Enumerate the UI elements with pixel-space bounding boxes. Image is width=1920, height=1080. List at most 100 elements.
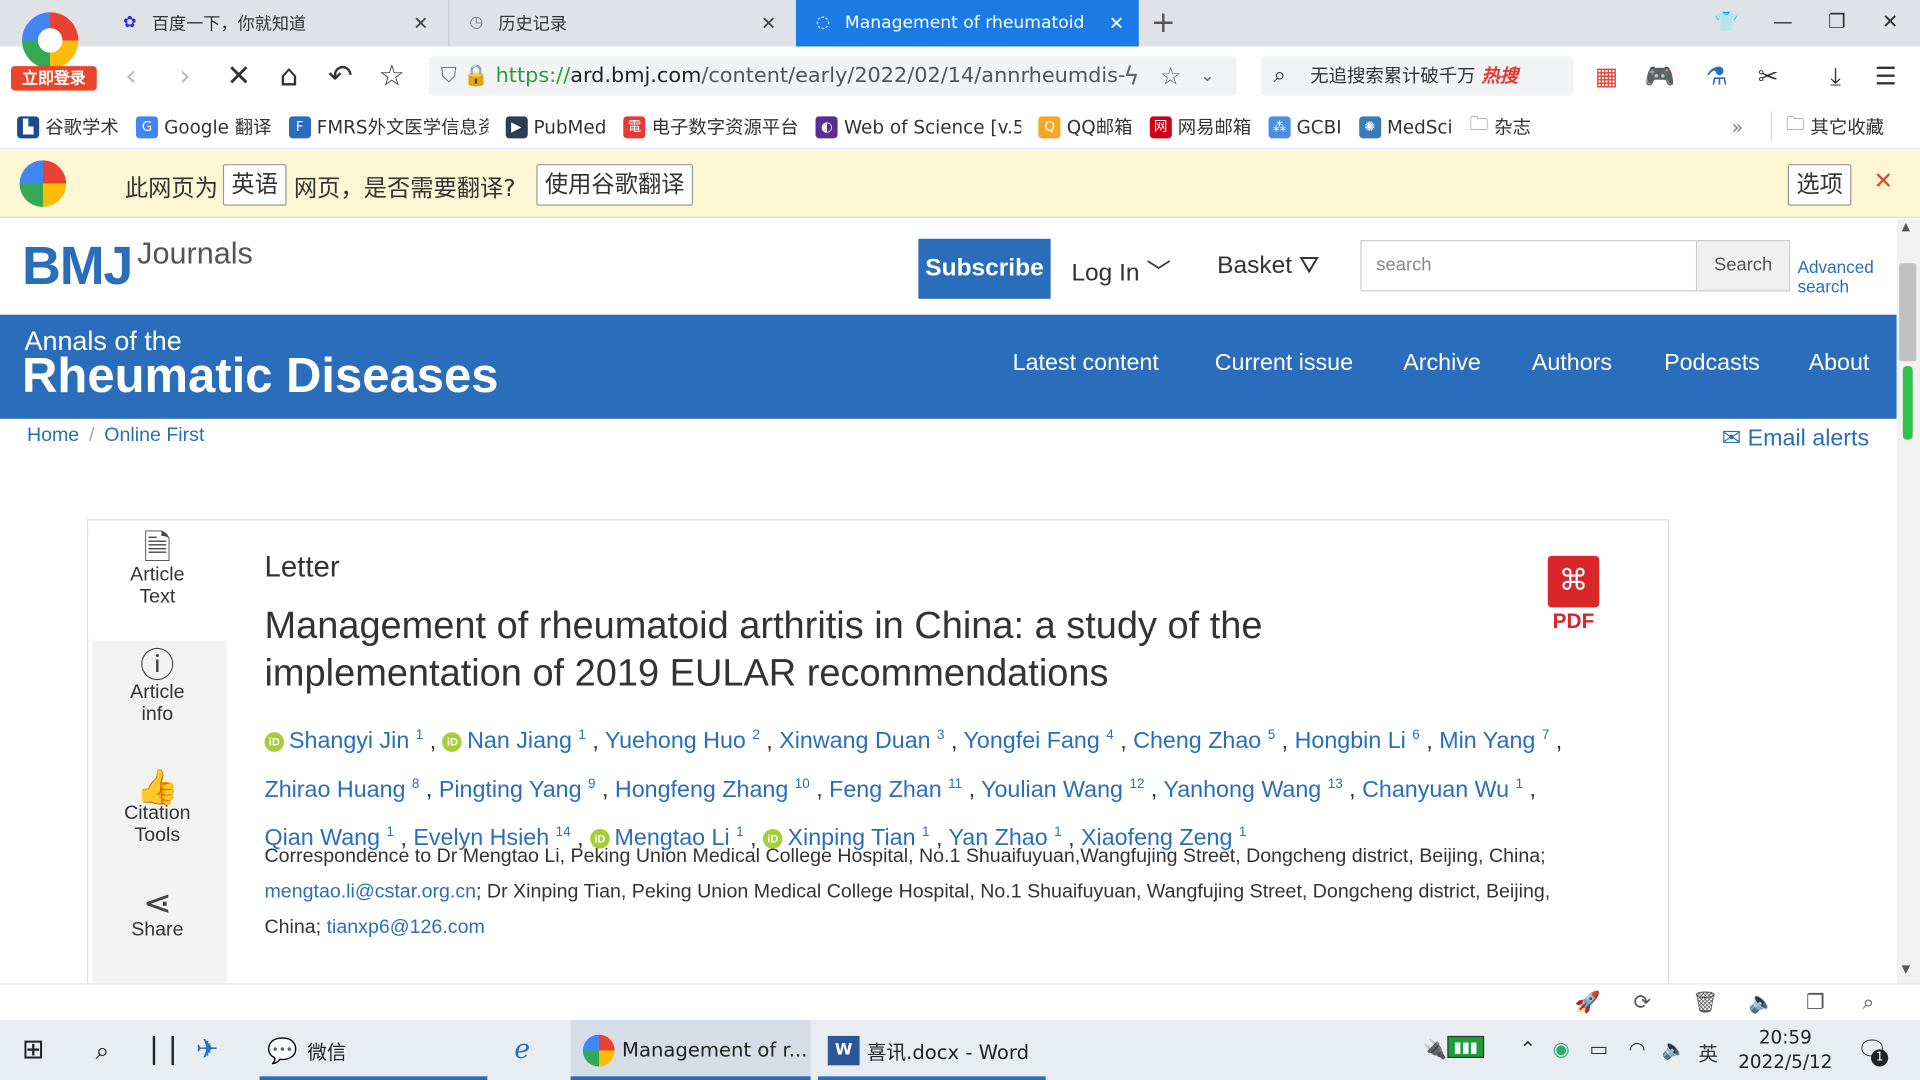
author-link[interactable]: Min Yang 7 xyxy=(1439,729,1549,755)
restore-icon[interactable]: ❐ xyxy=(1828,10,1846,33)
ie-icon[interactable]: ℯ xyxy=(514,1020,530,1080)
scissors-icon[interactable]: ✂ xyxy=(1753,61,1782,90)
bookmark-item[interactable]: G Google 翻译 xyxy=(135,114,271,140)
author-link[interactable]: Yongfei Fang 4 xyxy=(964,729,1114,755)
author-link[interactable]: Yanhong Wang 13 xyxy=(1163,777,1342,803)
download-tool-icon[interactable]: ⚗ xyxy=(1702,61,1731,90)
lightning-icon[interactable]: ϟ xyxy=(1117,61,1146,90)
page-scrollbar[interactable]: ▲ ▼ xyxy=(1896,219,1920,984)
bookmark-item[interactable]: Q QQ邮箱 xyxy=(1038,114,1132,140)
bookmark-star-icon[interactable]: ☆ xyxy=(1156,61,1185,90)
task-wechat[interactable]: 💬 微信 xyxy=(259,1020,488,1080)
side-article-info[interactable]: ⓘ Article info xyxy=(88,648,226,726)
speaker-icon[interactable]: 🔈 xyxy=(1662,1037,1686,1060)
close-icon[interactable]: ✕ xyxy=(1109,12,1124,34)
bookmark-item[interactable]: ◐ Web of Science [v.5 xyxy=(815,115,1022,138)
bmj-logo[interactable]: BMJ xyxy=(22,236,133,297)
author-link[interactable]: Hongbin Li 6 xyxy=(1295,729,1420,755)
orcid-icon[interactable]: iD xyxy=(442,732,463,753)
pdf-download[interactable]: ⌘ PDF xyxy=(1545,555,1601,634)
tab-baidu[interactable]: ✿ 百度一下，你就知道 ✕ xyxy=(110,0,443,47)
author-link[interactable]: Youlian Wang 12 xyxy=(981,777,1144,803)
scroll-up-icon[interactable]: ▲ xyxy=(1902,222,1910,234)
wifi-icon[interactable]: ◠ xyxy=(1629,1037,1646,1060)
author-link[interactable]: Chanyuan Wu 1 xyxy=(1362,777,1523,803)
forward-icon[interactable]: › xyxy=(167,59,204,93)
bookmark-item[interactable]: ▙ 谷歌学术 xyxy=(17,114,119,140)
author-link[interactable]: Zhirao Huang 8 xyxy=(264,777,419,803)
home-icon[interactable]: ⌂ xyxy=(271,59,308,93)
email-alerts-link[interactable]: ✉ Email alerts xyxy=(1722,425,1869,453)
feishu-icon[interactable]: ✈ xyxy=(196,1020,219,1080)
bookmark-item[interactable]: ✺ MedSci xyxy=(1358,115,1453,138)
bookmark-item[interactable]: F FMRS外文医学信息资 xyxy=(288,114,488,140)
search-box[interactable]: ⌕ 无追搜索累计破千万 热搜 xyxy=(1261,56,1574,96)
zoom-icon[interactable]: ⌕ xyxy=(1862,991,1874,1015)
journals-label[interactable]: Journals xyxy=(137,236,253,272)
ime-indicator[interactable]: 英 xyxy=(1698,1037,1718,1066)
stop-icon[interactable]: ✕ xyxy=(220,59,257,93)
login-button[interactable]: Log In ﹀ xyxy=(1071,252,1170,288)
back-icon[interactable]: ‹ xyxy=(113,59,150,93)
nav-latest-content[interactable]: Latest content xyxy=(1013,350,1159,377)
game-icon[interactable]: 🎮 xyxy=(1645,61,1675,90)
orcid-icon[interactable]: iD xyxy=(264,732,285,753)
star-icon[interactable]: ☆ xyxy=(373,59,410,93)
shirt-icon[interactable]: 👕 xyxy=(1714,10,1738,33)
battery-icon[interactable]: ▭ xyxy=(1589,1037,1608,1060)
battery-tray-icon[interactable]: ▮▮▮ xyxy=(1447,1035,1484,1058)
site-search-button[interactable]: Search xyxy=(1697,240,1791,292)
site-search-input[interactable]: search xyxy=(1360,240,1698,292)
nav-authors[interactable]: Authors xyxy=(1532,350,1612,377)
minimize-icon[interactable]: — xyxy=(1773,10,1793,33)
rocket-icon[interactable]: 🚀 xyxy=(1575,991,1601,1015)
window-icon[interactable]: ❐ xyxy=(1806,991,1825,1015)
breadcrumb-online-first[interactable]: Online First xyxy=(104,425,204,446)
tray-app-icon[interactable]: ◉ xyxy=(1553,1037,1570,1060)
nav-about[interactable]: About xyxy=(1809,350,1870,377)
refresh-plus-icon[interactable]: ⟳ xyxy=(1633,991,1650,1015)
download-icon[interactable]: ⤓ xyxy=(1821,61,1850,90)
subscribe-button[interactable]: Subscribe xyxy=(918,238,1051,299)
side-article-text[interactable]: 🗎 Article Text xyxy=(88,531,227,638)
tab-history[interactable]: ◷ 历史记录 ✕ xyxy=(448,0,791,47)
address-bar[interactable]: ⛉ 🔒 https://ard.bmj.com/content/early/20… xyxy=(428,56,1237,96)
new-tab-icon[interactable]: + xyxy=(1151,5,1176,39)
email-link[interactable]: mengtao.li@cstar.org.cn xyxy=(264,882,476,903)
chevron-down-icon[interactable]: ⌄ xyxy=(1193,61,1222,90)
language-button[interactable]: 英语 xyxy=(222,164,287,206)
login-badge[interactable]: 立即登录 xyxy=(11,66,97,91)
undo-icon[interactable]: ↶ xyxy=(322,59,359,93)
windows-start-icon[interactable]: ⊞ xyxy=(22,1020,45,1080)
author-link[interactable]: Cheng Zhao 5 xyxy=(1133,729,1275,755)
close-icon[interactable]: ✕ xyxy=(1873,168,1892,195)
tab-active-article[interactable]: ◌ Management of rheumatoid ✕ xyxy=(795,0,1139,47)
bookmark-item[interactable]: 网网易邮箱 xyxy=(1149,114,1251,140)
nav-archive[interactable]: Archive xyxy=(1403,350,1481,377)
browser-logo[interactable]: 立即登录 xyxy=(7,12,97,91)
volume-icon[interactable]: 🔈 xyxy=(1749,991,1775,1015)
options-button[interactable]: 选项 xyxy=(1787,164,1852,206)
side-share[interactable]: ⋖ Share xyxy=(88,886,226,942)
other-bookmarks[interactable]: 🗀 其它收藏 xyxy=(1770,111,1884,143)
author-link[interactable]: Xinwang Duan 3 xyxy=(779,729,944,755)
search-icon[interactable]: ⌕ xyxy=(96,1020,110,1080)
scroll-thumb[interactable] xyxy=(1899,263,1917,362)
bookmark-item[interactable]: ⁂ GCBI xyxy=(1268,115,1342,138)
task-word[interactable]: W 喜讯.docx - Word xyxy=(817,1020,1046,1080)
apps-icon[interactable]: ▦ xyxy=(1592,61,1621,90)
author-link[interactable]: iD Nan Jiang 1 xyxy=(442,729,586,755)
window-close-icon[interactable]: ✕ xyxy=(1882,10,1898,33)
author-link[interactable]: Yuehong Huo 2 xyxy=(605,729,760,755)
nav-podcasts[interactable]: Podcasts xyxy=(1664,350,1760,377)
task-browser[interactable]: Management of r... xyxy=(570,1020,811,1080)
bookmarks-more[interactable]: » xyxy=(1732,116,1743,138)
menu-icon[interactable]: ☰ xyxy=(1871,61,1900,90)
task-view-icon[interactable]: ▏▏ xyxy=(153,1020,191,1080)
bookmark-item[interactable]: 電电子数字资源平台 xyxy=(623,114,799,140)
email-link[interactable]: tianxp6@126.com xyxy=(327,917,485,938)
advanced-search-link[interactable]: Advanced search xyxy=(1798,257,1874,296)
close-icon[interactable]: ✕ xyxy=(413,12,428,34)
scroll-down-icon[interactable]: ▼ xyxy=(1902,964,1910,976)
nav-current-issue[interactable]: Current issue xyxy=(1215,350,1353,377)
